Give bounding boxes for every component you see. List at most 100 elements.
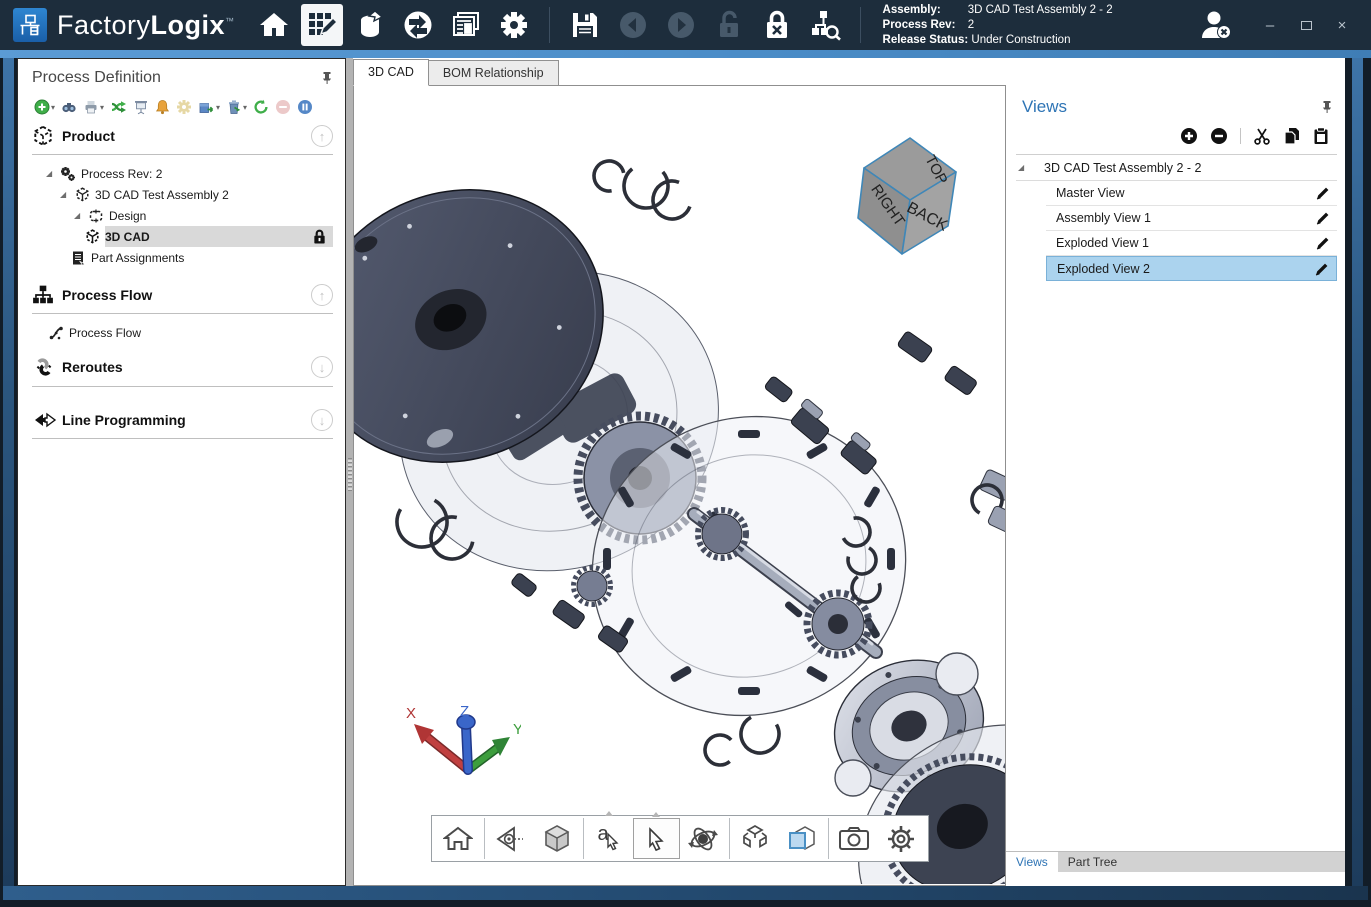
process-flow-section-header[interactable]: Process Flow ↑ xyxy=(32,284,333,306)
home-button[interactable] xyxy=(253,4,295,46)
select-pointer-button[interactable] xyxy=(633,818,680,859)
remove-disabled-icon[interactable] xyxy=(275,99,291,115)
view-row-master[interactable]: Master View xyxy=(1046,181,1337,206)
main-region: 3D CAD BOM Relationship xyxy=(353,58,1345,886)
edit-pencil-icon[interactable] xyxy=(1315,210,1331,226)
recycle-delete-icon[interactable]: ▾ xyxy=(226,99,247,115)
tree-item-part-assignments[interactable]: Part Assignments xyxy=(32,247,333,268)
window-edge-right xyxy=(1352,58,1363,886)
view-direction-button[interactable] xyxy=(487,818,534,859)
home-view-button[interactable] xyxy=(435,818,482,859)
save-button[interactable] xyxy=(564,4,606,46)
remove-view-button[interactable] xyxy=(1210,127,1228,145)
forward-button[interactable] xyxy=(660,4,702,46)
edit-pencil-icon[interactable] xyxy=(1314,261,1330,277)
toolbar-separator xyxy=(860,7,861,43)
views-panel: Views ◢ 3D CAD Test Assembly 2 - 2 xyxy=(1006,85,1345,886)
cube-icon xyxy=(72,187,92,202)
tree-item-label: Process Flow xyxy=(69,326,141,340)
panel-splitter[interactable] xyxy=(346,58,353,886)
expand-down-button[interactable]: ↓ xyxy=(311,409,333,431)
reorder-icon[interactable] xyxy=(110,99,127,115)
line-programming-section-header[interactable]: Line Programming ↓ xyxy=(32,409,333,431)
pin-icon[interactable] xyxy=(1321,100,1333,114)
cut-icon[interactable] xyxy=(1253,127,1271,145)
flow-path-icon xyxy=(46,325,66,341)
axis-x-label: X xyxy=(406,705,416,722)
design-icon xyxy=(86,208,106,224)
dropdown-caret-icon xyxy=(652,812,660,817)
edit-pencil-icon[interactable] xyxy=(1315,185,1331,201)
tree-item-process-rev[interactable]: ◢ Process Rev: 2 xyxy=(32,163,333,184)
bell-icon[interactable] xyxy=(155,99,170,115)
collapse-up-button[interactable]: ↑ xyxy=(311,125,333,147)
3d-viewport[interactable]: TOP RIGHT BACK xyxy=(353,85,1006,886)
export-package-icon[interactable]: ▾ xyxy=(198,99,220,115)
tree-item-process-flow[interactable]: Process Flow xyxy=(32,322,333,343)
find-icon[interactable] xyxy=(61,99,77,115)
view-cube[interactable]: TOP RIGHT BACK xyxy=(844,126,969,261)
panel-footer xyxy=(1006,872,1345,886)
expander-icon[interactable]: ◢ xyxy=(46,169,58,178)
copy-icon[interactable] xyxy=(1283,127,1301,145)
process-planning-button[interactable] xyxy=(301,4,343,46)
where-used-search-button[interactable] xyxy=(804,4,846,46)
pin-icon[interactable] xyxy=(321,71,333,85)
product-label: Product xyxy=(62,128,311,144)
expand-down-button[interactable]: ↓ xyxy=(311,356,333,378)
pause-icon[interactable] xyxy=(297,99,313,115)
gear-disabled-icon[interactable] xyxy=(176,99,192,115)
tree-item-label: 3D CAD Test Assembly 2 xyxy=(95,188,229,202)
sync-exchange-button[interactable] xyxy=(397,4,439,46)
reroutes-label: Reroutes xyxy=(62,359,311,375)
view-row-exploded-2[interactable]: Exploded View 2 xyxy=(1046,256,1337,281)
tab-bom-relationship[interactable]: BOM Relationship xyxy=(428,60,559,86)
viewport-settings-button[interactable] xyxy=(878,818,925,859)
explode-view-button[interactable] xyxy=(732,818,779,859)
views-root-label: 3D CAD Test Assembly 2 - 2 xyxy=(1032,161,1201,175)
tab-3d-cad[interactable]: 3D CAD xyxy=(353,59,429,86)
user-account-icon[interactable] xyxy=(1199,8,1235,42)
close-button[interactable]: × xyxy=(1327,12,1357,38)
shaded-view-button[interactable] xyxy=(534,818,581,859)
paste-icon[interactable] xyxy=(1313,127,1329,145)
reports-button[interactable] xyxy=(445,4,487,46)
process-definition-panel: Process Definition ▾ ▾ ▾ ▾ Product xyxy=(17,58,346,886)
tree-item-design[interactable]: ◢ Design xyxy=(32,205,333,226)
tab-part-tree[interactable]: Part Tree xyxy=(1058,852,1127,872)
add-view-button[interactable] xyxy=(1180,127,1198,145)
add-icon[interactable]: ▾ xyxy=(34,99,55,115)
face-view-button[interactable] xyxy=(779,818,826,859)
unlock-button[interactable] xyxy=(708,4,750,46)
reroutes-section-header[interactable]: Reroutes ↓ xyxy=(32,355,333,379)
settings-gear-button[interactable] xyxy=(493,4,535,46)
view-row-exploded-1[interactable]: Exploded View 1 xyxy=(1046,231,1337,256)
annotate-select-button[interactable]: a xyxy=(586,818,633,859)
orbit-rotate-button[interactable] xyxy=(680,818,727,859)
snapshot-camera-button[interactable] xyxy=(831,818,878,859)
factorylogix-logo-icon xyxy=(13,8,47,42)
maximize-button[interactable] xyxy=(1291,12,1321,38)
lock-revision-button[interactable] xyxy=(756,4,798,46)
product-section-header[interactable]: Product ↑ xyxy=(32,125,333,147)
tree-item-assembly[interactable]: ◢ 3D CAD Test Assembly 2 xyxy=(32,184,333,205)
back-button[interactable] xyxy=(612,4,654,46)
view-row-assembly-1[interactable]: Assembly View 1 xyxy=(1046,206,1337,231)
expander-icon[interactable]: ◢ xyxy=(60,190,72,199)
expander-icon[interactable]: ◢ xyxy=(1016,163,1032,172)
expander-icon[interactable]: ◢ xyxy=(74,211,86,220)
print-icon[interactable]: ▾ xyxy=(83,99,104,115)
process-flow-label: Process Flow xyxy=(62,287,311,303)
collapse-up-button[interactable]: ↑ xyxy=(311,284,333,306)
tree-item-3d-cad[interactable]: 3D CAD xyxy=(32,226,333,247)
minimize-button[interactable]: – xyxy=(1255,12,1285,38)
views-tree-root[interactable]: ◢ 3D CAD Test Assembly 2 - 2 xyxy=(1016,155,1337,181)
tab-views[interactable]: Views xyxy=(1006,852,1058,872)
cube-icon xyxy=(82,229,102,244)
tree-item-3d-cad-selected[interactable]: 3D CAD xyxy=(105,226,333,247)
materials-button[interactable] xyxy=(349,4,391,46)
refresh-icon[interactable] xyxy=(253,99,269,115)
document-tabs: 3D CAD BOM Relationship xyxy=(353,58,1345,86)
presentation-icon[interactable] xyxy=(133,99,149,115)
edit-pencil-icon[interactable] xyxy=(1315,235,1331,251)
